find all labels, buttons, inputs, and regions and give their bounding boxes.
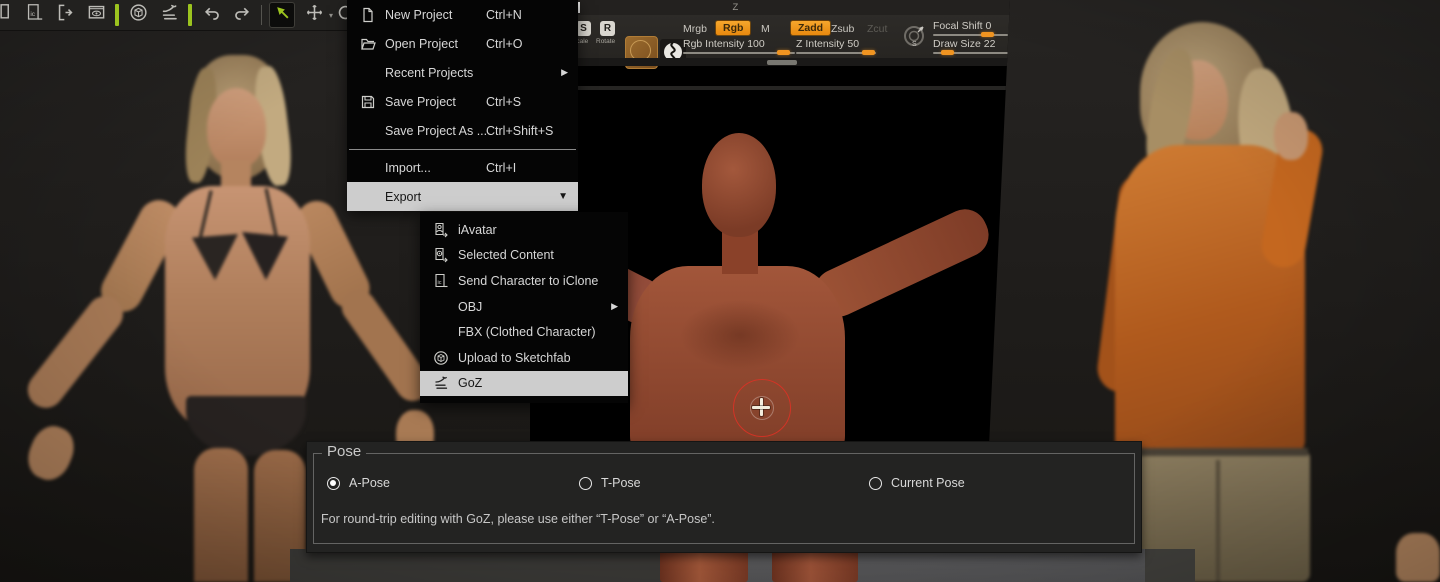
menu-item[interactable]: Import... Ctrl+I (347, 153, 578, 182)
doc-half-icon (0, 3, 13, 27)
goz-icon (433, 375, 449, 391)
mrgb-button[interactable]: Mrgb (683, 23, 707, 35)
floppy-icon (360, 94, 376, 110)
stroke-settings-icon[interactable]: S (902, 23, 928, 54)
sculpt-leg (772, 549, 858, 582)
move-tool[interactable] (302, 3, 326, 27)
zbrush-scrollbar[interactable] (530, 58, 1010, 66)
goz-icon (160, 3, 179, 27)
rotate-label: Rotate (596, 38, 615, 45)
sketchfab-button[interactable] (126, 3, 150, 27)
doc-person-icon (433, 222, 449, 238)
zbrush-menubar: o Z (530, 0, 1010, 15)
menu-arrow-icon: ▶ (561, 67, 568, 78)
radio-t-pose[interactable]: T-Pose (579, 476, 641, 490)
export-bracket-icon (56, 3, 75, 27)
menu-item[interactable]: Recent Projects ▶ (347, 58, 578, 87)
folder-icon (360, 36, 376, 52)
zbrush-menu-item[interactable]: Z (732, 2, 738, 13)
preview-button[interactable] (84, 3, 108, 27)
export-submenu: iAvatar Selected Content ic Send Charact… (420, 212, 628, 403)
doc-gear-icon (433, 247, 449, 263)
doc-ic-icon: ic (25, 3, 44, 27)
goz-button[interactable] (157, 3, 181, 27)
m-button[interactable]: M (761, 23, 770, 35)
focal-shift-slider[interactable]: Focal Shift 0 (933, 20, 1008, 36)
menu-arrow-icon: ▶ (611, 301, 618, 312)
sculpt-leg (660, 549, 748, 582)
file-menu: New Project Ctrl+N Open Project Ctrl+O R… (347, 0, 578, 210)
send-to-iclone-button[interactable]: ic (22, 3, 46, 27)
menu-item[interactable]: New Project Ctrl+N (347, 0, 578, 29)
scale-button[interactable]: S (576, 21, 591, 36)
sculpt-head (702, 133, 776, 237)
doc-ic-icon: ic (433, 273, 449, 289)
radio-icon[interactable] (579, 477, 592, 490)
select-arrow-icon (273, 3, 292, 27)
scene-floor (290, 549, 1195, 582)
pose-dialog-title: Pose (322, 443, 366, 460)
submenu-item[interactable]: OBJ ▶ (420, 294, 628, 320)
rotate-button[interactable]: R (600, 21, 615, 36)
toolbar-separator[interactable] (261, 5, 262, 25)
submenu-item[interactable]: ic Send Character to iClone (420, 268, 628, 294)
menu-item[interactable] (347, 145, 578, 153)
svg-text:ic: ic (30, 11, 35, 18)
submenu-item[interactable]: iAvatar (420, 217, 628, 243)
redo-button[interactable] (230, 3, 254, 27)
radio-current-pose[interactable]: Current Pose (869, 476, 965, 490)
scrollbar-thumb[interactable] (767, 60, 797, 65)
sketchfab-icon (433, 350, 449, 366)
toolbar-separator[interactable] (115, 4, 119, 26)
submenu-item[interactable]: Selected Content (420, 243, 628, 269)
cursor-caret (578, 2, 580, 13)
submenu-item[interactable]: GoZ (420, 371, 628, 397)
sketchfab-icon (129, 3, 148, 27)
undo-icon (202, 3, 221, 27)
toolbar-separator[interactable] (188, 4, 192, 26)
pose-fieldset (313, 453, 1135, 544)
zbrush-shelf: S Scale R Rotate Mrgb Rgb M Zadd Zsub Zc… (530, 15, 1010, 59)
slider-thumb[interactable] (941, 50, 954, 55)
radio-a-pose[interactable]: A-Pose (327, 476, 390, 490)
pose-dialog: Pose A-Pose T-Pose Current Pose For roun… (306, 441, 1142, 553)
svg-text:S: S (912, 41, 917, 48)
menu-item[interactable]: Export ▼ (347, 182, 578, 211)
select-tool[interactable] (269, 2, 295, 28)
app-window: o Z S Scale R Rotate Mrgb Rgb M Zadd Zsu… (0, 0, 1440, 582)
partial-document-button[interactable] (0, 3, 15, 27)
move-icon (305, 3, 324, 27)
radio-icon[interactable] (869, 477, 882, 490)
slider-thumb[interactable] (981, 32, 994, 37)
menu-item[interactable]: Open Project Ctrl+O (347, 29, 578, 58)
slider-thumb[interactable] (862, 50, 875, 55)
draw-size-slider[interactable]: Draw Size 22 (933, 38, 1008, 54)
submenu-item[interactable]: FBX (Clothed Character) (420, 319, 628, 345)
right-character-figure (1090, 8, 1440, 582)
redo-icon (233, 3, 252, 27)
submenu-item[interactable]: Upload to Sketchfab (420, 345, 628, 371)
export-button[interactable] (53, 3, 77, 27)
undo-button[interactable] (199, 3, 223, 27)
z-intensity-slider[interactable]: Z Intensity 50 (796, 38, 876, 54)
pose-note: For round-trip editing with GoZ, please … (321, 512, 715, 526)
radio-icon[interactable] (327, 477, 340, 490)
rgb-button[interactable]: Rgb (715, 20, 751, 36)
doc-icon (360, 7, 376, 23)
menu-item[interactable]: Save Project Ctrl+S (347, 87, 578, 116)
monitor-eye-icon (87, 3, 106, 27)
menu-arrow-icon: ▼ (558, 191, 568, 202)
zcut-button[interactable]: Zcut (867, 23, 887, 35)
svg-text:ic: ic (438, 280, 442, 286)
menu-item[interactable]: Save Project As ... Ctrl+Shift+S (347, 116, 578, 145)
rgb-intensity-slider[interactable]: Rgb Intensity 100 (683, 38, 795, 54)
slider-thumb[interactable] (777, 50, 790, 55)
zadd-button[interactable]: Zadd (790, 20, 831, 36)
zsub-button[interactable]: Zsub (831, 23, 854, 35)
